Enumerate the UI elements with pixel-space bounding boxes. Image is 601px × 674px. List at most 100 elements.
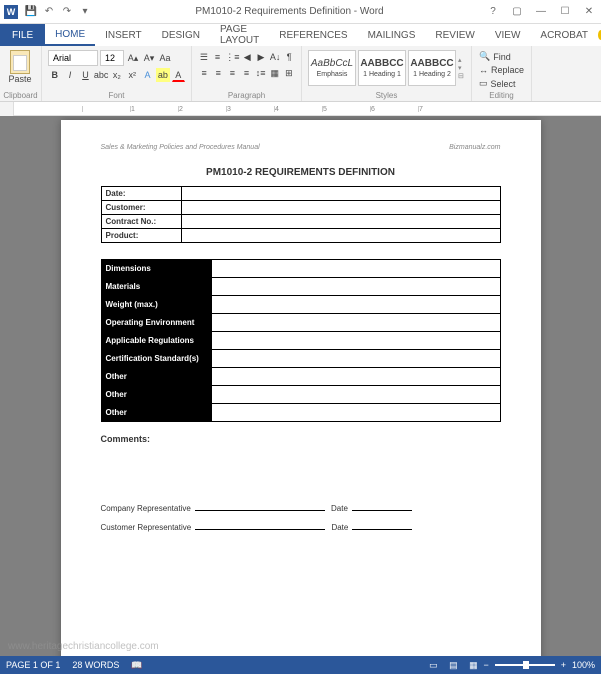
styles-down-icon[interactable]: ▾ [458,64,464,72]
table-row: Operating Environment [101,314,500,332]
help-icon[interactable]: ? [485,4,501,20]
table-row: Product: [101,229,500,243]
style-heading1[interactable]: AABBCC 1 Heading 1 [358,50,406,86]
zoom-out-icon[interactable]: − [483,660,488,670]
font-size-select[interactable] [100,50,124,66]
font-color-icon[interactable]: A [172,68,185,82]
save-icon[interactable]: 💾 [23,4,39,20]
header-table[interactable]: Date: Customer: Contract No.: Product: [101,186,501,243]
select-icon: ▭ [479,78,488,89]
group-editing: 🔍Find ↔Replace ▭Select Editing [472,46,532,101]
read-mode-icon[interactable]: ▭ [424,658,442,672]
tab-insert[interactable]: INSERT [95,24,152,46]
company-sig-line: Company Representative Date [101,504,501,513]
ribbon-tabs: FILE HOME INSERT DESIGN PAGE LAYOUT REFE… [0,24,601,46]
group-font: A▴ A▾ Aa B I U abc x₂ x² A ab A Font [42,46,192,101]
table-row: Contract No.: [101,215,500,229]
document-area[interactable]: Sales & Marketing Policies and Procedure… [0,116,601,656]
superscript-button[interactable]: x² [126,68,139,82]
zoom-in-icon[interactable]: + [561,660,566,670]
zoom-slider[interactable] [495,664,555,666]
proofing-icon[interactable]: 📖 [131,660,142,671]
doc-title: PM1010-2 REQUIREMENTS DEFINITION [101,167,501,178]
web-layout-icon[interactable]: ▦ [464,658,482,672]
titlebar: W 💾 ↶ ↷ ▾ PM1010-2 Requirements Definiti… [0,0,601,24]
multilevel-icon[interactable]: ⋮≡ [225,50,239,64]
maximize-icon[interactable]: ☐ [557,4,573,20]
underline-button[interactable]: U [79,68,92,82]
tab-view[interactable]: VIEW [485,24,531,46]
word-app-icon: W [4,5,18,19]
show-marks-icon[interactable]: ¶ [283,50,295,64]
borders-icon[interactable]: ⊞ [283,66,295,80]
tab-file[interactable]: FILE [0,24,45,46]
tab-page-layout[interactable]: PAGE LAYOUT [210,24,269,46]
tab-references[interactable]: REFERENCES [269,24,357,46]
align-center-icon[interactable]: ≡ [212,66,224,80]
shading-icon[interactable]: ▦ [269,66,281,80]
text-effects-icon[interactable]: A [141,68,154,82]
statusbar: PAGE 1 OF 1 28 WORDS 📖 ▭ ▤ ▦ − + 100% [0,656,601,674]
redo-icon[interactable]: ↷ [59,4,75,20]
tab-design[interactable]: DESIGN [152,24,210,46]
table-row: Other [101,368,500,386]
watermark: www.heritagechristiancollege.com [8,641,159,652]
table-row: Materials [101,278,500,296]
align-right-icon[interactable]: ≡ [226,66,238,80]
table-row: Other [101,386,500,404]
grow-font-icon[interactable]: A▴ [126,51,140,65]
font-name-select[interactable] [48,50,98,66]
tab-review[interactable]: REVIEW [425,24,484,46]
styles-up-icon[interactable]: ▴ [458,56,464,64]
strike-button[interactable]: abc [94,68,108,82]
paste-icon [10,50,30,74]
horizontal-ruler[interactable]: 1234567 [0,102,601,116]
undo-icon[interactable]: ↶ [41,4,57,20]
qat-more-icon[interactable]: ▾ [77,4,93,20]
bullets-icon[interactable]: ☰ [198,50,210,64]
paste-button[interactable]: Paste [4,48,36,86]
zoom-level[interactable]: 100% [572,660,595,670]
decrease-indent-icon[interactable]: ◀ [241,50,253,64]
styles-more-icon[interactable]: ⊟ [458,72,464,80]
minimize-icon[interactable]: — [533,4,549,20]
subscript-button[interactable]: x₂ [110,68,123,82]
comments-label: Comments: [101,434,501,444]
sort-icon[interactable]: A↓ [269,50,282,64]
group-paragraph: ☰ ≡ ⋮≡ ◀ ▶ A↓ ¶ ≡ ≡ ≡ ≡ ↕≡ ▦ ⊞ Paragraph [192,46,302,101]
find-icon: 🔍 [479,51,490,62]
find-button[interactable]: 🔍Find [478,50,525,63]
shrink-font-icon[interactable]: A▾ [142,51,156,65]
doc-header-right: Bizmanualz.com [449,144,500,151]
print-layout-icon[interactable]: ▤ [444,658,462,672]
ribbon-options-icon[interactable]: ▢ [509,4,525,20]
style-emphasis[interactable]: AaBbCcL Emphasis [308,50,356,86]
increase-indent-icon[interactable]: ▶ [255,50,267,64]
align-left-icon[interactable]: ≡ [198,66,210,80]
justify-icon[interactable]: ≡ [240,66,252,80]
change-case-icon[interactable]: Aa [158,51,172,65]
page-indicator[interactable]: PAGE 1 OF 1 [6,660,60,670]
style-heading2[interactable]: AABBCC 1 Heading 2 [408,50,456,86]
doc-header-left: Sales & Marketing Policies and Procedure… [101,144,260,151]
document-page[interactable]: Sales & Marketing Policies and Procedure… [61,120,541,656]
numbering-icon[interactable]: ≡ [212,50,224,64]
replace-icon: ↔ [479,65,488,75]
tab-home[interactable]: HOME [45,24,95,46]
word-count[interactable]: 28 WORDS [72,660,119,670]
line-spacing-icon[interactable]: ↕≡ [255,66,267,80]
replace-button[interactable]: ↔Replace [478,64,525,76]
close-icon[interactable]: ✕ [581,4,597,20]
select-button[interactable]: ▭Select [478,77,525,90]
ribbon: Paste Clipboard A▴ A▾ Aa B I U abc x₂ x²… [0,46,601,102]
table-row: Date: [101,187,500,201]
tab-mailings[interactable]: MAILINGS [358,24,426,46]
bold-button[interactable]: B [48,68,61,82]
table-row: Weight (max.) [101,296,500,314]
spec-table[interactable]: Dimensions Materials Weight (max.) Opera… [101,259,501,422]
highlight-icon[interactable]: ab [156,68,169,82]
table-row: Applicable Regulations [101,332,500,350]
window-title: PM1010-2 Requirements Definition - Word [94,6,485,17]
tab-acrobat[interactable]: ACROBAT [530,24,598,46]
italic-button[interactable]: I [63,68,76,82]
